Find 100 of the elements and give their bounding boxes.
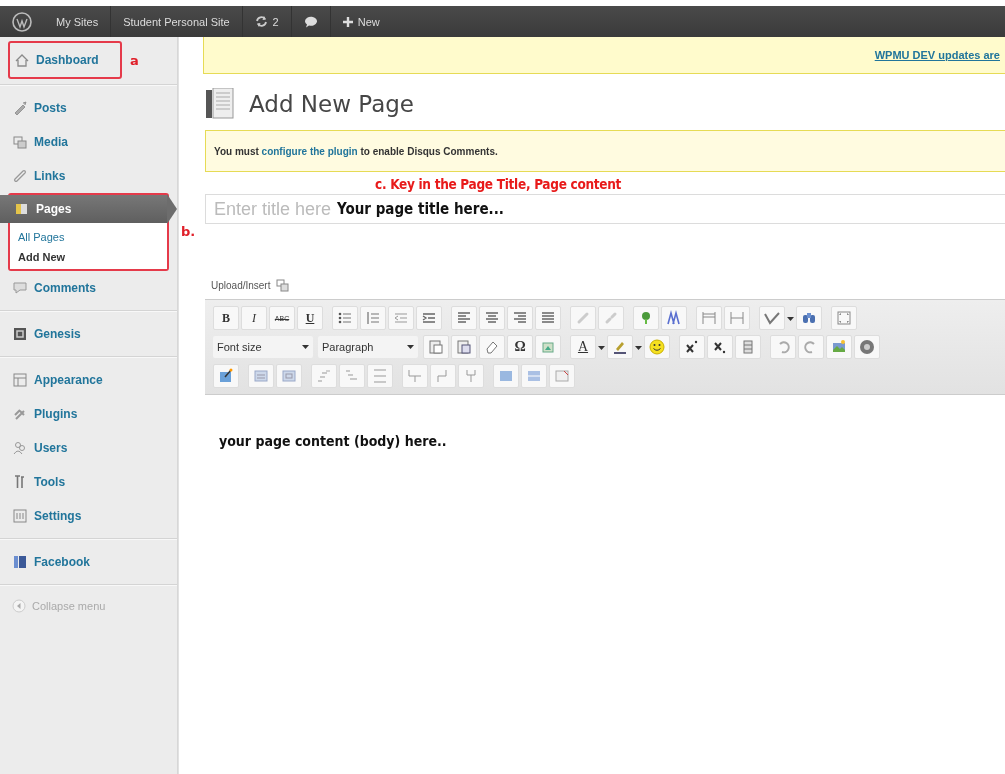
- layout-icon: [12, 372, 28, 388]
- fullscreen-button[interactable]: [831, 306, 857, 330]
- redo-button[interactable]: [798, 335, 824, 359]
- dropdown-caret-icon[interactable]: [407, 345, 414, 349]
- table-button[interactable]: [248, 364, 274, 388]
- new-content-link[interactable]: New: [330, 6, 392, 37]
- plug-icon: [12, 406, 28, 422]
- menu-item[interactable]: Dashboard: [10, 43, 120, 77]
- annotation-label: c. Key in the Page Title, Page content: [375, 176, 623, 192]
- photos-icon: [12, 134, 28, 150]
- page-break-button[interactable]: [724, 306, 750, 330]
- select-field[interactable]: Font size: [213, 336, 313, 358]
- edit-image-button[interactable]: [213, 364, 239, 388]
- unlink-button[interactable]: [598, 306, 624, 330]
- square-logo-icon: [12, 326, 28, 342]
- format-button[interactable]: I: [241, 306, 267, 330]
- align-right-button[interactable]: [507, 306, 533, 330]
- align-center-button[interactable]: [479, 306, 505, 330]
- format-button[interactable]: A: [570, 335, 596, 359]
- notice-text: You must configure the plugin to enable Disqus Comments.: [214, 145, 498, 157]
- numbered-list-icon: [364, 309, 382, 327]
- menu-item[interactable]: Settings: [0, 499, 110, 533]
- menu-item[interactable]: Pages: [0, 195, 167, 223]
- row-before-icon: [315, 367, 333, 385]
- pages-icon: [14, 201, 30, 217]
- menu-item[interactable]: Appearance: [0, 363, 110, 397]
- paste-document-button[interactable]: [451, 335, 477, 359]
- align-left-button[interactable]: [451, 306, 477, 330]
- format-button[interactable]: U: [297, 306, 323, 330]
- align-justify-button[interactable]: [535, 306, 561, 330]
- select-field[interactable]: Paragraph: [318, 336, 418, 358]
- home-icon: [14, 52, 30, 68]
- delete-row-button[interactable]: [367, 364, 393, 388]
- fullscreen-icon: [835, 309, 853, 327]
- binoculars-button[interactable]: [796, 306, 822, 330]
- bullet-list-button[interactable]: [332, 306, 358, 330]
- table-cell-icon: [280, 367, 298, 385]
- subscript-button[interactable]: [707, 335, 733, 359]
- column-before-icon: [406, 367, 424, 385]
- annotation-label: b.: [181, 224, 196, 239]
- title-field[interactable]: Enter title here Your page title here...: [205, 194, 1005, 224]
- title-example: Your page title here...: [337, 200, 504, 218]
- format-button[interactable]: B: [213, 306, 239, 330]
- paste-text-button[interactable]: [423, 335, 449, 359]
- row-before-button[interactable]: [311, 364, 337, 388]
- edit-image-icon: [217, 367, 235, 385]
- horizontal-rule-icon: [700, 309, 718, 327]
- media-icon[interactable]: [276, 279, 290, 292]
- superscript-button[interactable]: [679, 335, 705, 359]
- page-break-icon: [728, 309, 746, 327]
- updates-link[interactable]: WPMU DEV updates are: [874, 49, 1000, 61]
- menu-item[interactable]: Links: [0, 159, 110, 193]
- menu-item[interactable]: Posts: [0, 91, 110, 125]
- content-example: your page content (body) here..: [219, 433, 447, 449]
- wordpress-logo-icon[interactable]: [12, 11, 32, 32]
- paste-text-icon: [427, 338, 445, 356]
- eraser-button[interactable]: [479, 335, 505, 359]
- plus-icon: [342, 16, 353, 27]
- table-cell-button[interactable]: [276, 364, 302, 388]
- configure-link[interactable]: configure the plugin: [261, 145, 358, 157]
- link-button[interactable]: [570, 306, 596, 330]
- spellcheck-button[interactable]: [759, 306, 785, 330]
- menu-item[interactable]: Tools: [0, 465, 110, 499]
- editor-body[interactable]: your page content (body) here..: [205, 395, 1005, 774]
- horizontal-rule-button[interactable]: [696, 306, 722, 330]
- paste-document-icon: [455, 338, 473, 356]
- help-button[interactable]: [854, 335, 880, 359]
- outdent-button[interactable]: [388, 306, 414, 330]
- format-button[interactable]: Ω: [507, 335, 533, 359]
- submenu-item[interactable]: All Pages: [14, 229, 167, 245]
- submenu-item[interactable]: Add New: [14, 249, 167, 265]
- image-button[interactable]: [826, 335, 852, 359]
- tree-button[interactable]: [633, 306, 659, 330]
- undo-button[interactable]: [770, 335, 796, 359]
- highlighter-button[interactable]: [607, 335, 633, 359]
- help-icon: [858, 338, 876, 356]
- facebook-icon: [12, 554, 28, 570]
- numbered-list-button[interactable]: [360, 306, 386, 330]
- menu-item[interactable]: Facebook: [0, 545, 110, 579]
- current-arrow-icon: [167, 194, 177, 224]
- page-heading: Add New Page: [249, 91, 414, 117]
- refresh-icon: [254, 15, 268, 28]
- menu-item[interactable]: Media: [0, 125, 110, 159]
- indent-button[interactable]: [416, 306, 442, 330]
- merge-cells-button[interactable]: [493, 364, 519, 388]
- collapse-icon: [12, 599, 26, 613]
- menu-item[interactable]: Plugins: [0, 397, 110, 431]
- delete-column-button[interactable]: [458, 364, 484, 388]
- menu-item[interactable]: Genesis: [0, 317, 110, 351]
- smiley-icon: [648, 338, 666, 356]
- column-before-button[interactable]: [402, 364, 428, 388]
- dropdown-caret-icon[interactable]: [302, 345, 309, 349]
- media-button[interactable]: [535, 335, 561, 359]
- menu-item[interactable]: Comments: [0, 271, 110, 305]
- row-after-button[interactable]: [339, 364, 365, 388]
- annotation-label: a: [130, 52, 139, 68]
- delete-table-button[interactable]: [549, 364, 575, 388]
- split-cells-button[interactable]: [521, 364, 547, 388]
- menu-item[interactable]: Users: [0, 431, 110, 465]
- column-after-button[interactable]: [430, 364, 456, 388]
